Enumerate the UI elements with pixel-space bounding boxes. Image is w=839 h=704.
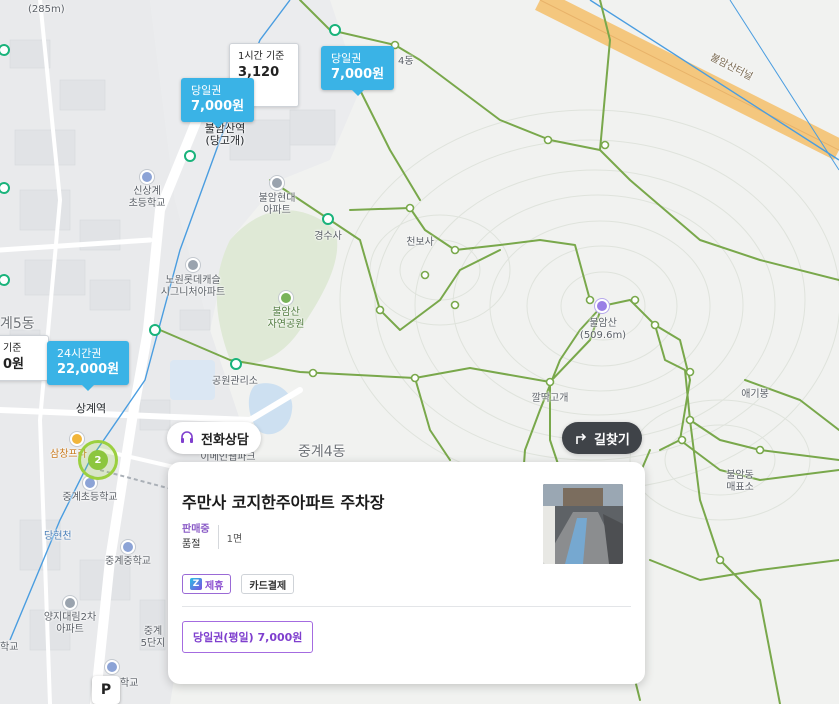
cluster-count: 2 (88, 450, 108, 470)
facility-label: 공원관리소 (212, 376, 258, 387)
district-label: 중계4동 (298, 444, 346, 460)
apartment-label: 중계 5단지 (140, 626, 166, 649)
price-tag-24h[interactable]: 24시간권 22,000원 (47, 341, 130, 385)
status-selling: 판매중 (182, 524, 210, 535)
apartment-label: 양지대림2차 아파트 (43, 612, 97, 635)
price-tag-value: 7,000원 (331, 67, 385, 82)
phone-consult-button[interactable]: 전화상담 (167, 422, 261, 454)
partner-tag-label: 제휴 (205, 580, 224, 592)
school-icon (121, 540, 135, 554)
parking-spaces: 1면 (226, 533, 243, 545)
park-icon (279, 291, 293, 305)
school-icon (140, 170, 154, 184)
school-label: 중계중학교 (105, 556, 151, 567)
parking-cluster-marker[interactable]: 2 (78, 440, 118, 480)
card-payment-tag: 카드결제 (241, 574, 295, 594)
parking-photo-thumbnail[interactable] (543, 484, 623, 564)
ticket-button[interactable]: 당일권(평일) 7,000원 (182, 621, 314, 653)
shopping-icon (70, 432, 84, 446)
price-tag-daily[interactable]: 당일권 7,000원 (321, 46, 395, 90)
phone-consult-label: 전화상담 (201, 432, 249, 448)
partner-logo-icon: Z (190, 578, 202, 590)
parking-toggle-button[interactable]: P (92, 676, 120, 704)
temple-label: 경수사 (314, 231, 342, 242)
pass-label: 깔딱고개 (531, 393, 569, 404)
apartment-icon (63, 596, 77, 610)
headset-icon (181, 431, 193, 443)
parking-info-card[interactable]: 주만사 코지한주아파트 주차장 판매중 품절 1면 Z 제휴 카드결제 당일권(평… (168, 462, 645, 684)
apartment-icon (270, 176, 284, 190)
price-tag-hourly[interactable]: 기준 0원 (0, 335, 49, 381)
school-label: 신상계 초등학교 (128, 186, 166, 209)
school-label: 학교 (120, 678, 139, 689)
parking-photo-image (543, 484, 623, 564)
apartment-icon (186, 258, 200, 272)
parking-icon: P (100, 682, 112, 698)
price-tag-label: 당일권 (331, 52, 362, 65)
district-label: 4동 (398, 56, 414, 67)
park-label: 불암산 자연공원 (267, 307, 305, 330)
school-label: 학교 (0, 642, 19, 653)
peak-label: 애기봉 (741, 389, 769, 400)
school-label: 중계초등학교 (62, 492, 118, 503)
partner-tag: Z 제휴 (182, 574, 232, 594)
feature-tags: Z 제휴 카드결제 (182, 574, 631, 594)
price-tag-daily[interactable]: 당일권 7,000원 (181, 78, 255, 122)
price-tag-value: 0원 (3, 357, 25, 372)
station-label: 상계역 (75, 402, 107, 415)
stream-label: 당현천 (44, 531, 72, 542)
card-divider (182, 606, 631, 607)
price-tag-value: 22,000원 (57, 362, 120, 377)
price-tag-label: 기준 (3, 343, 22, 354)
status-column: 판매중 품절 (182, 522, 210, 552)
turn-right-icon (576, 433, 587, 444)
temple-label: 천보사 (406, 237, 434, 248)
status-soldout: 품절 (182, 539, 201, 550)
directions-button[interactable]: 길찾기 (562, 422, 642, 454)
elevation-label: (285m) (28, 4, 65, 15)
directions-label: 길찾기 (594, 432, 630, 448)
summit-label: 불암산 (509.6m) (579, 318, 627, 341)
summit-marker[interactable] (595, 299, 609, 313)
price-tag-label: 1시간 기준 (238, 51, 285, 62)
apartment-label: 노원롯데캐슬 시그니처아파트 (160, 275, 226, 298)
price-tag-label: 24시간권 (57, 347, 102, 360)
price-tag-label: 당일권 (191, 84, 222, 97)
school-icon (105, 660, 119, 674)
apartment-label: 불암현대 아파트 (258, 193, 296, 216)
price-tag-value: 7,000원 (191, 99, 245, 114)
ticket-office-label: 불암동 매표소 (726, 470, 754, 493)
divider (217, 525, 219, 549)
district-label: 계5동 (0, 316, 35, 332)
